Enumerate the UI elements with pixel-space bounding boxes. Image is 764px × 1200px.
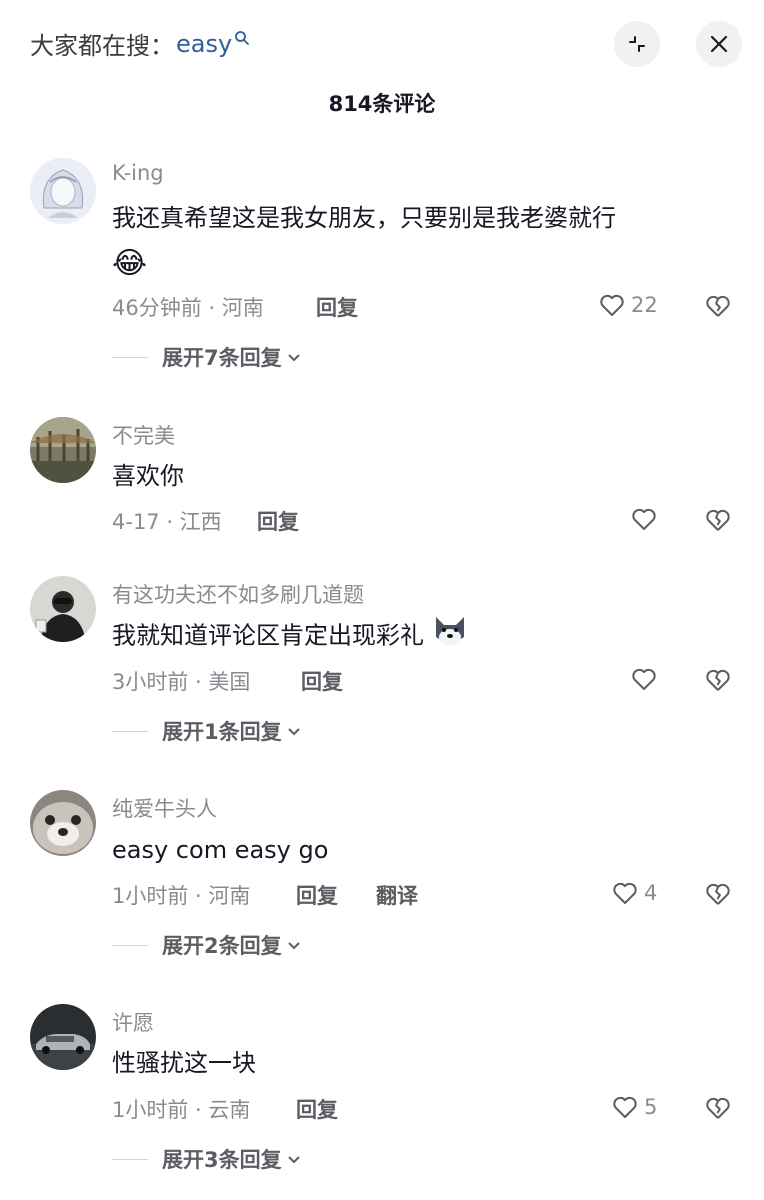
- divider-line: [112, 730, 148, 732]
- username[interactable]: 许愿: [112, 1007, 154, 1037]
- comment-meta: 1小时前 · 云南: [112, 1098, 251, 1122]
- heart-icon: [613, 1096, 637, 1118]
- like-button[interactable]: [629, 664, 659, 694]
- comment-meta: 46分钟前 · 河南: [112, 296, 264, 320]
- dislike-button[interactable]: [703, 1093, 733, 1127]
- avatar-landscape-image: [30, 417, 96, 483]
- avatar[interactable]: [30, 790, 96, 856]
- expand-replies[interactable]: 展开2条回复: [112, 930, 302, 960]
- expand-label: 展开3条回复: [162, 1148, 282, 1172]
- dislike-button[interactable]: [703, 505, 733, 539]
- reply-button[interactable]: 回复: [301, 666, 343, 696]
- broken-heart-icon: [706, 295, 730, 317]
- close-button[interactable]: [696, 21, 742, 67]
- heart-icon: [600, 294, 624, 316]
- heart-icon: [632, 508, 656, 530]
- search-keyword[interactable]: easy: [176, 30, 232, 58]
- like-button[interactable]: 22: [597, 290, 658, 320]
- broken-heart-icon: [706, 883, 730, 905]
- broken-heart-icon: [706, 669, 730, 691]
- dislike-button[interactable]: [703, 665, 733, 699]
- reply-button[interactable]: 回复: [316, 292, 358, 322]
- collapse-icon: [629, 36, 645, 52]
- top-bar: 大家都在搜： easy: [0, 0, 764, 90]
- avatar-cat-image: [30, 790, 96, 856]
- avatar[interactable]: [30, 1004, 96, 1070]
- like-count: 4: [644, 881, 658, 905]
- translate-button[interactable]: 翻译: [376, 880, 418, 910]
- avatar-person-image: [30, 576, 96, 642]
- avatar-car-image: [30, 1004, 96, 1070]
- expand-replies[interactable]: 展开7条回复: [112, 342, 302, 372]
- comment-text: 我就知道评论区肯定出现彩礼: [112, 613, 468, 660]
- avatar[interactable]: [30, 158, 96, 224]
- chevron-down-icon: [287, 1156, 300, 1164]
- search-suggestion[interactable]: 大家都在搜： easy: [30, 26, 250, 61]
- dislike-button[interactable]: [703, 291, 733, 325]
- divider-line: [112, 944, 148, 946]
- broken-heart-icon: [706, 1097, 730, 1119]
- reply-button[interactable]: 回复: [296, 880, 338, 910]
- chevron-down-icon: [287, 354, 300, 362]
- dislike-button[interactable]: [703, 879, 733, 913]
- comment-text-body: 我就知道评论区肯定出现彩礼: [112, 621, 424, 650]
- avatar[interactable]: [30, 576, 96, 642]
- like-button[interactable]: 4: [610, 878, 657, 908]
- comment-text: 喜欢你: [112, 462, 184, 490]
- expand-label: 展开2条回复: [162, 934, 282, 958]
- avatar[interactable]: [30, 417, 96, 483]
- comment-emoji-row: 😂: [112, 242, 147, 284]
- like-count: 22: [631, 293, 658, 317]
- broken-heart-icon: [706, 509, 730, 531]
- username[interactable]: 不完美: [112, 420, 175, 450]
- avatar-anime-image: [30, 158, 96, 224]
- heart-icon: [632, 668, 656, 690]
- expand-replies[interactable]: 展开1条回复: [112, 716, 302, 746]
- username[interactable]: K-ing: [112, 161, 164, 185]
- expand-label: 展开7条回复: [162, 346, 282, 370]
- like-button[interactable]: [629, 504, 659, 534]
- reply-button[interactable]: 回复: [257, 506, 299, 536]
- husky-emoji: [432, 613, 468, 660]
- heart-icon: [613, 882, 637, 904]
- reply-button[interactable]: 回复: [296, 1094, 338, 1124]
- expand-replies[interactable]: 展开3条回复: [112, 1144, 302, 1174]
- search-icon: [235, 30, 250, 45]
- divider-line: [112, 1158, 148, 1160]
- comment-text: 性骚扰这一块: [112, 1049, 256, 1077]
- comment-text: easy com easy go: [112, 836, 329, 864]
- chevron-down-icon: [287, 728, 300, 736]
- like-button[interactable]: 5: [610, 1092, 657, 1122]
- comment-count: 814条评论: [328, 92, 436, 116]
- expand-label: 展开1条回复: [162, 720, 282, 744]
- username[interactable]: 有这功夫还不如多刷几道题: [112, 579, 364, 609]
- comment-text: 我还真希望这是我女朋友，只要别是我老婆就行: [112, 204, 616, 232]
- chevron-down-icon: [287, 942, 300, 950]
- comment-meta: 3小时前 · 美国: [112, 670, 251, 694]
- comment-meta: 1小时前 · 河南: [112, 884, 251, 908]
- divider-line: [112, 356, 148, 358]
- like-count: 5: [644, 1095, 658, 1119]
- comment-meta: 4-17 · 江西: [112, 510, 222, 534]
- collapse-button[interactable]: [614, 21, 660, 67]
- search-prefix: 大家都在搜：: [30, 32, 174, 60]
- username[interactable]: 纯爱牛头人: [112, 793, 217, 823]
- close-icon: [710, 35, 728, 53]
- laughing-tears-emoji: 😂: [112, 246, 148, 281]
